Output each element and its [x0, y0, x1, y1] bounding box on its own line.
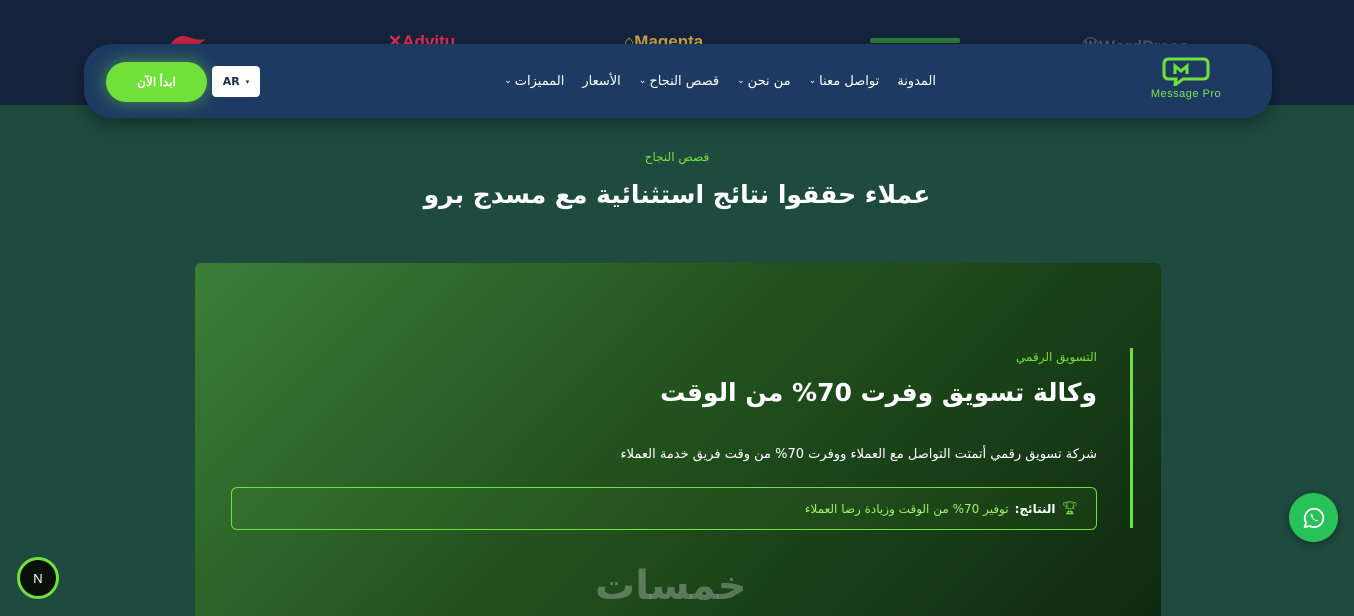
nav-item-label: المدونة	[897, 73, 936, 89]
language-label: AR	[222, 75, 240, 88]
chevron-down-icon: ⌄	[504, 76, 512, 86]
result-label: النتائج:	[1014, 501, 1056, 516]
card-description: شركة تسويق رقمي أتمتت التواصل مع العملاء…	[620, 447, 1097, 462]
nav-item-pricing[interactable]: الأسعار	[582, 74, 620, 89]
whatsapp-button[interactable]	[1289, 493, 1338, 542]
nav-item-label: قصص النجاح	[649, 73, 720, 89]
message-bubble-icon	[1162, 57, 1210, 86]
card-content: التسويق الرقمي وكالة تسويق وفرت 70% من ا…	[231, 348, 1133, 532]
nav-item-label: المميزات	[514, 73, 565, 89]
nav-item-contact[interactable]: تواصل معنا ⌄	[809, 74, 880, 89]
card-category: التسويق الرقمي	[1016, 350, 1097, 364]
brand-name: Message Pro	[1150, 88, 1222, 100]
card-title: وكالة تسويق وفرت 70% من الوقت	[660, 378, 1097, 407]
khamsat-watermark: خمسات	[595, 563, 747, 609]
nav-item-about[interactable]: من نحن ⌄	[737, 74, 790, 89]
navbar: Message Pro المميزات ⌄ الأسعار قصص النجا…	[84, 44, 1272, 118]
card-accent-bar	[1130, 348, 1133, 528]
section-title: عملاء حققوا نتائج استثنائية مع مسدج برو	[423, 180, 931, 209]
nav-item-success-stories[interactable]: قصص النجاح ⌄	[639, 74, 719, 89]
nav-item-label: من نحن	[747, 73, 791, 89]
nav-item-blog[interactable]: المدونة	[897, 74, 936, 89]
n-badge[interactable]: N	[17, 557, 59, 599]
chevron-down-icon: ⌄	[737, 76, 745, 86]
nav-item-label: الأسعار	[582, 73, 621, 89]
chevron-down-icon: ⌄	[808, 76, 817, 86]
nav-links: المميزات ⌄ الأسعار قصص النجاح ⌄ من نحن ⌄…	[504, 44, 936, 118]
result-box: 🏆︎ النتائج: توفير 70% من الوقت وزيادة رض…	[231, 487, 1097, 530]
result-text: توفير 70% من الوقت وزيادة رضا العملاء	[804, 501, 1009, 516]
brand-logo[interactable]: Message Pro	[1136, 56, 1236, 110]
nav-item-features[interactable]: المميزات ⌄	[504, 74, 564, 89]
caret-down-icon: ▾	[245, 77, 250, 86]
trophy-icon: 🏆︎	[1061, 501, 1078, 516]
start-now-button[interactable]: ابدأ الآن	[106, 62, 207, 102]
section-eyebrow: قصص النجاح	[644, 150, 710, 164]
language-selector[interactable]: AR ▾	[212, 66, 260, 97]
chevron-down-icon: ⌄	[638, 76, 647, 86]
whatsapp-icon	[1303, 507, 1324, 528]
success-story-card: التسويق الرقمي وكالة تسويق وفرت 70% من ا…	[195, 263, 1161, 616]
nav-item-label: تواصل معنا	[819, 73, 880, 89]
